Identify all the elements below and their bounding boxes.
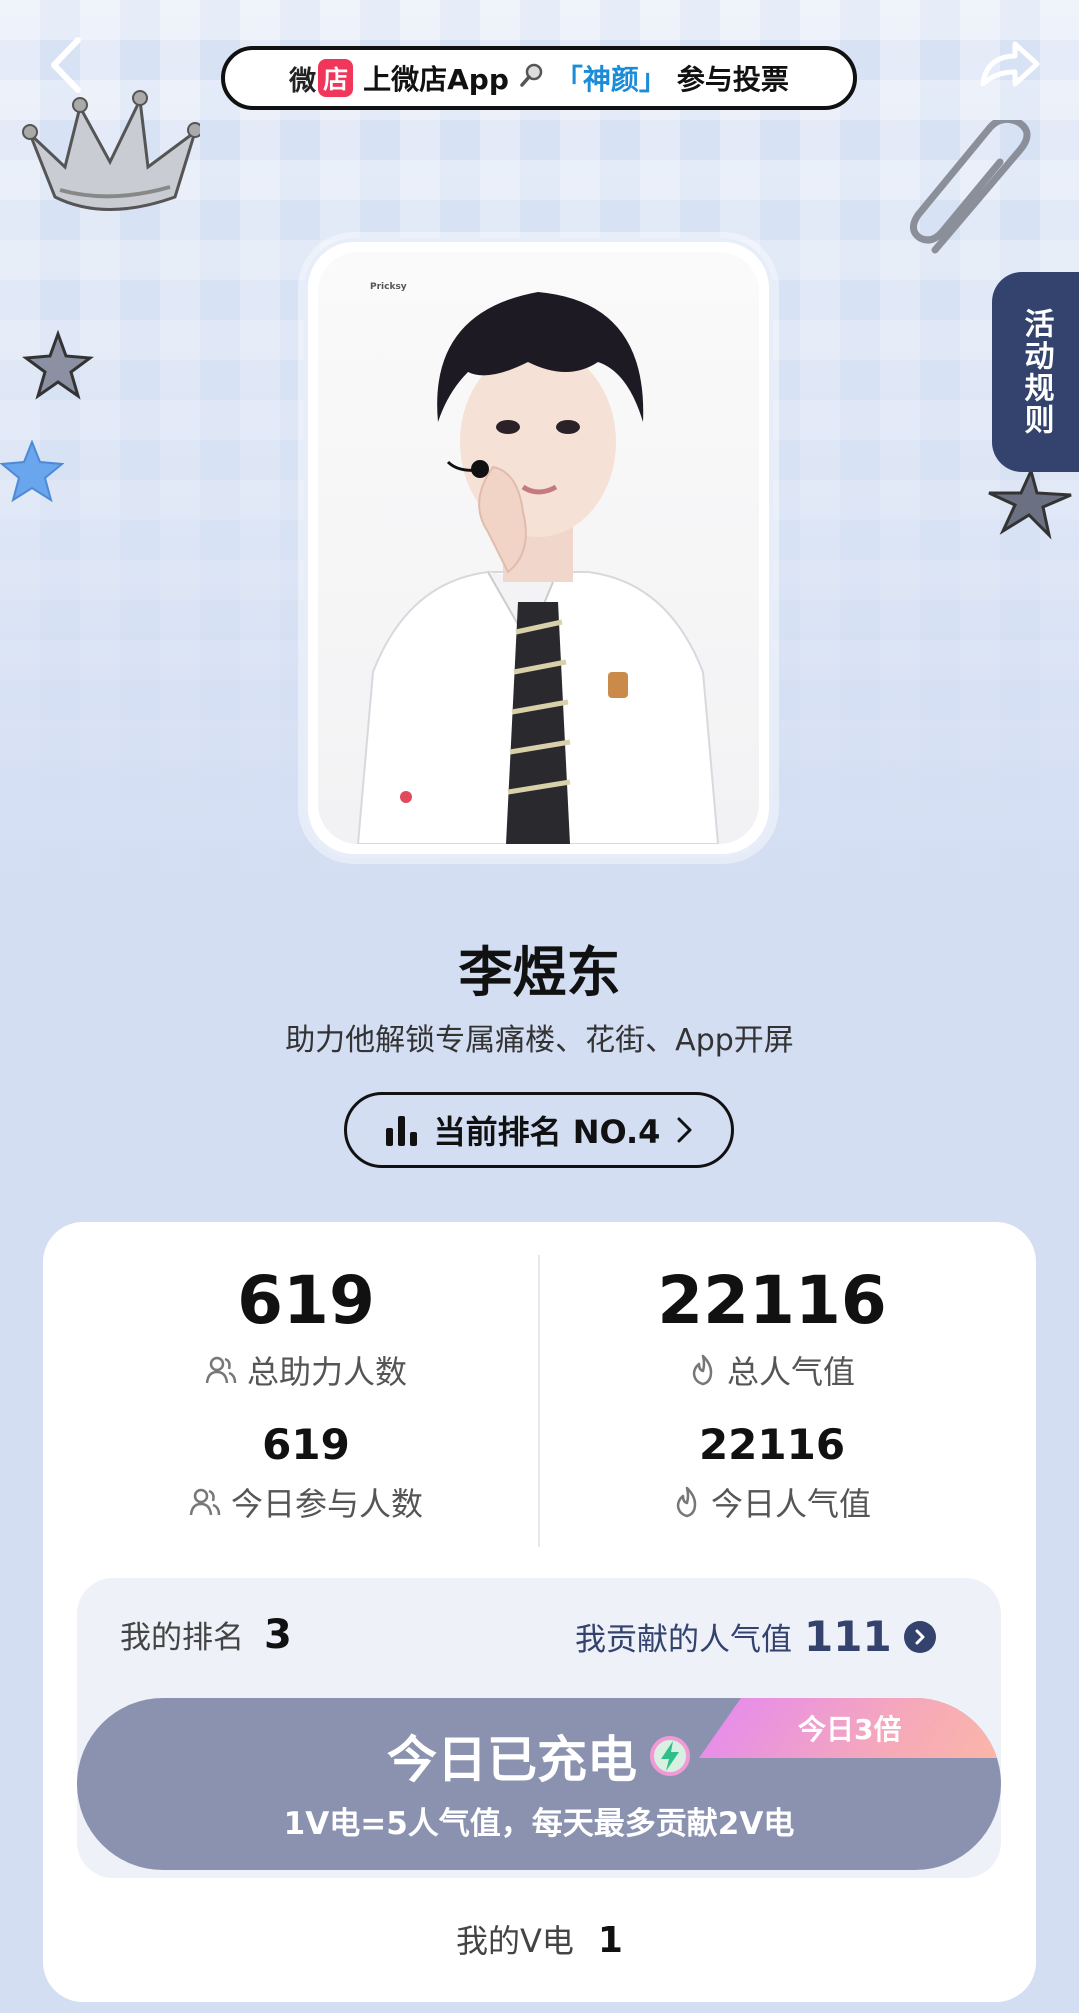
total-popularity-value: 22116 (657, 1262, 887, 1339)
banner-text-post: 参与投票 (676, 63, 789, 96)
bar-chart-icon (385, 1116, 417, 1146)
candidate-photo: Pricksy (318, 252, 759, 844)
star-scribble-icon (21, 329, 95, 402)
people-icon (189, 1488, 221, 1516)
current-ranking-button[interactable]: 当前排名 NO.4 (344, 1092, 734, 1168)
today-participants-stat: 619 今日参与人数 (58, 1420, 554, 1525)
crown-decoration-icon (10, 72, 203, 212)
today-popularity-stat: 22116 今日人气值 (524, 1420, 1020, 1525)
total-supporters-label: 总助力人数 (246, 1353, 407, 1391)
candidate-tagline: 助力他解锁专属痛楼、花街、App开屏 (285, 1023, 794, 1058)
paperclip-decoration-icon (900, 115, 1050, 270)
charge-subtitle: 1V电=5人气值，每天最多贡献2V电 (283, 1806, 795, 1842)
ranking-label: 当前排名 NO.4 (433, 1113, 661, 1151)
candidate-name: 李煜东 (458, 941, 621, 1004)
my-v-power: 我的V电 1 (0, 1916, 1079, 1962)
my-rank: 我的排名 3 (120, 1612, 292, 1658)
flame-icon (676, 1486, 697, 1518)
my-rank-value: 3 (264, 1612, 292, 1658)
charge-title: 今日已充电 (387, 1731, 637, 1789)
today-popularity-label-row: 今日人气值 (524, 1479, 1020, 1525)
my-contribution-label: 我贡献的人气值 (575, 1622, 792, 1658)
share-icon (980, 41, 1040, 87)
activity-rules-tab[interactable]: 活动规则 (992, 272, 1079, 472)
charge-button[interactable]: 今日3倍 今日已充电 1V电=5人气值，每天最多贡献2V电 (77, 1698, 1001, 1870)
person-portrait-icon (356, 292, 720, 844)
my-v-label: 我的V电 (456, 1922, 574, 1960)
total-supporters-value: 619 (237, 1262, 375, 1339)
chevron-right-icon (677, 1117, 692, 1143)
banner-text-pre: 上微店App (363, 63, 509, 96)
star-blue-icon (0, 439, 65, 504)
my-rank-label: 我的排名 (120, 1620, 244, 1656)
total-supporters-label-row: 总助力人数 (58, 1347, 554, 1393)
total-popularity-stat: 22116 总人气值 (524, 1262, 1020, 1393)
charge-title-row: 今日已充电 (77, 1720, 1001, 1792)
search-icon (519, 62, 545, 94)
total-popularity-label: 总人气值 (726, 1353, 855, 1391)
arrow-right-icon (903, 1620, 936, 1653)
logo-text: 微 (289, 65, 317, 97)
people-icon (205, 1356, 237, 1384)
today-participants-label-row: 今日参与人数 (58, 1479, 554, 1525)
total-popularity-label-row: 总人气值 (524, 1347, 1020, 1393)
star-dark-icon (985, 465, 1075, 540)
my-v-value: 1 (597, 1920, 623, 1961)
my-contribution-link[interactable]: 我贡献的人气值 111 (575, 1612, 936, 1661)
today-popularity-value: 22116 (698, 1420, 846, 1469)
share-button[interactable] (975, 34, 1045, 94)
today-popularity-label: 今日人气值 (710, 1485, 871, 1523)
my-contribution-value: 111 (804, 1612, 892, 1661)
today-participants-label: 今日参与人数 (230, 1485, 423, 1523)
weidian-logo: 微 店 (289, 59, 354, 98)
logo-mark: 店 (318, 59, 354, 97)
candidate-photo-frame: Pricksy (304, 238, 773, 858)
search-banner[interactable]: 微 店 上微店App 「神颜」 参与投票 (221, 46, 857, 110)
total-supporters-stat: 619 总助力人数 (58, 1262, 554, 1393)
lightning-icon (650, 1736, 690, 1776)
today-participants-value: 619 (262, 1420, 350, 1469)
flame-icon (692, 1354, 713, 1386)
banner-keyword: 「神颜」 (554, 63, 667, 96)
